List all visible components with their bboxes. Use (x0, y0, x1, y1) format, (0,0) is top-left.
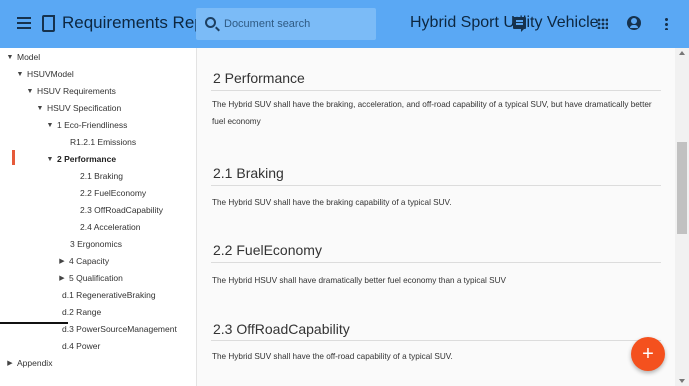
tree-item-label: 3 Ergonomics (70, 239, 122, 249)
tree-item-appendix[interactable]: ▶ Appendix (6, 355, 52, 372)
search-input[interactable] (224, 8, 372, 40)
more-vert-icon[interactable] (665, 17, 668, 30)
tree-item-label: Appendix (17, 358, 53, 368)
tree-item-powersourcemanagement[interactable]: d.3 PowerSourceManagement (62, 321, 177, 338)
tree-item-capacity[interactable]: ▶ 4 Capacity (58, 253, 109, 270)
section-heading: 2.1 Braking (213, 165, 284, 181)
expand-caret-icon[interactable]: ▼ (16, 66, 24, 83)
expand-caret-icon[interactable]: ▶ (58, 270, 66, 287)
section-divider (211, 90, 661, 91)
tree-item-label: d.2 Range (62, 307, 102, 317)
tree-item-label: Model (17, 52, 41, 62)
tree-item-label: 2.4 Acceleration (80, 222, 141, 232)
tree-item-label: 2.3 OffRoadCapability (80, 205, 164, 215)
tree-item-label: d.1 RegenerativeBraking (62, 290, 156, 300)
expand-caret-icon[interactable]: ▶ (6, 355, 14, 372)
tree-item-label: R1.2.1 Emissions (70, 137, 137, 147)
tree-item-qualification[interactable]: ▶ 5 Qualification (58, 270, 123, 287)
tree-item-offroadcapability[interactable]: 2.3 OffRoadCapability (80, 202, 163, 219)
tree-item-label: 2 Performance (57, 154, 117, 164)
content-scrollbar[interactable] (675, 48, 689, 386)
model-title: Hybrid Sport Utility Vehicle (410, 14, 599, 31)
expand-caret-icon[interactable]: ▶ (58, 253, 66, 270)
scrollbar-thumb[interactable] (677, 142, 687, 234)
tree-item-label: 1 Eco-Friendliness (57, 120, 128, 130)
expand-caret-icon[interactable]: ▼ (46, 151, 54, 168)
section-body: The Hybrid SUV shall have the braking ca… (212, 198, 452, 207)
section-divider (211, 262, 661, 263)
expand-caret-icon[interactable]: ▼ (36, 100, 44, 117)
tree-item-hsuv-requirements[interactable]: ▼ HSUV Requirements (26, 83, 116, 100)
tree-item-hsuv-specification[interactable]: ▼ HSUV Specification (36, 100, 122, 117)
tree-item-hsuvmodel[interactable]: ▼ HSUVModel (16, 66, 74, 83)
app-bar: Requirements Report Hybrid Sport Utility… (0, 0, 689, 48)
tree-item-label: HSUV Requirements (37, 86, 116, 96)
section-divider (211, 185, 661, 186)
tree-item-eco-friendliness[interactable]: ▼ 1 Eco-Friendliness (46, 117, 128, 134)
tree-item-emissions[interactable]: R1.2.1 Emissions (70, 134, 136, 151)
document-content: 2 Performance The Hybrid SUV shall have … (197, 48, 675, 386)
tree-item-performance[interactable]: ▼ 2 Performance (46, 151, 117, 168)
tree-item-model[interactable]: ▼ Model (6, 49, 41, 66)
tree-item-label: 2.2 FuelEconomy (80, 188, 147, 198)
tree-item-label: 4 Capacity (69, 256, 110, 266)
section-heading: 2.3 OffRoadCapability (213, 321, 350, 337)
tree-item-label: 5 Qualification (69, 273, 123, 283)
sidebar-tree: ▼ Model ▼ HSUVModel ▼ HSUV Requirements ▼ HS… (0, 48, 197, 386)
expand-caret-icon[interactable]: ▼ (26, 83, 34, 100)
tree-item-range[interactable]: d.2 Range (62, 304, 101, 321)
active-item-marker (12, 150, 15, 165)
section-divider (211, 340, 661, 341)
tree-item-fueleconomy[interactable]: 2.2 FuelEconomy (80, 185, 146, 202)
expand-caret-icon[interactable]: ▼ (46, 117, 54, 134)
tree-item-label: d.3 PowerSourceManagement (62, 324, 177, 334)
document-icon (42, 15, 55, 32)
tree-item-label: 2.1 Braking (80, 171, 123, 181)
scroll-down-arrow-icon[interactable] (679, 379, 685, 383)
menu-icon[interactable] (17, 17, 31, 29)
section-body: The Hybrid SUV shall have the off-road c… (212, 352, 453, 361)
add-fab-button[interactable]: + (631, 337, 665, 371)
section-heading: 2 Performance (213, 70, 305, 86)
tree-item-regenerativebraking[interactable]: d.1 RegenerativeBraking (62, 287, 156, 304)
section-body: The Hybrid HSUV shall have dramatically … (212, 276, 506, 285)
tree-item-label: HSUV Specification (47, 103, 122, 113)
tree-item-acceleration[interactable]: 2.4 Acceleration (80, 219, 140, 236)
scroll-up-arrow-icon[interactable] (679, 51, 685, 55)
tree-item-power[interactable]: d.4 Power (62, 338, 100, 355)
apps-icon[interactable] (597, 18, 608, 29)
tree-item-label: HSUVModel (27, 69, 74, 79)
tree-item-label: d.4 Power (62, 341, 101, 351)
search-box[interactable] (196, 8, 376, 40)
comment-icon[interactable] (513, 17, 526, 32)
section-heading: 2.2 FuelEconomy (213, 242, 322, 258)
edge-divider (0, 322, 68, 324)
tree-item-ergonomics[interactable]: 3 Ergonomics (70, 236, 122, 253)
tree-item-braking[interactable]: 2.1 Braking (80, 168, 123, 185)
expand-caret-icon[interactable]: ▼ (6, 49, 14, 66)
section-body: The Hybrid SUV shall have the braking, a… (212, 100, 652, 126)
account-icon[interactable] (627, 16, 641, 30)
search-icon (205, 17, 216, 28)
